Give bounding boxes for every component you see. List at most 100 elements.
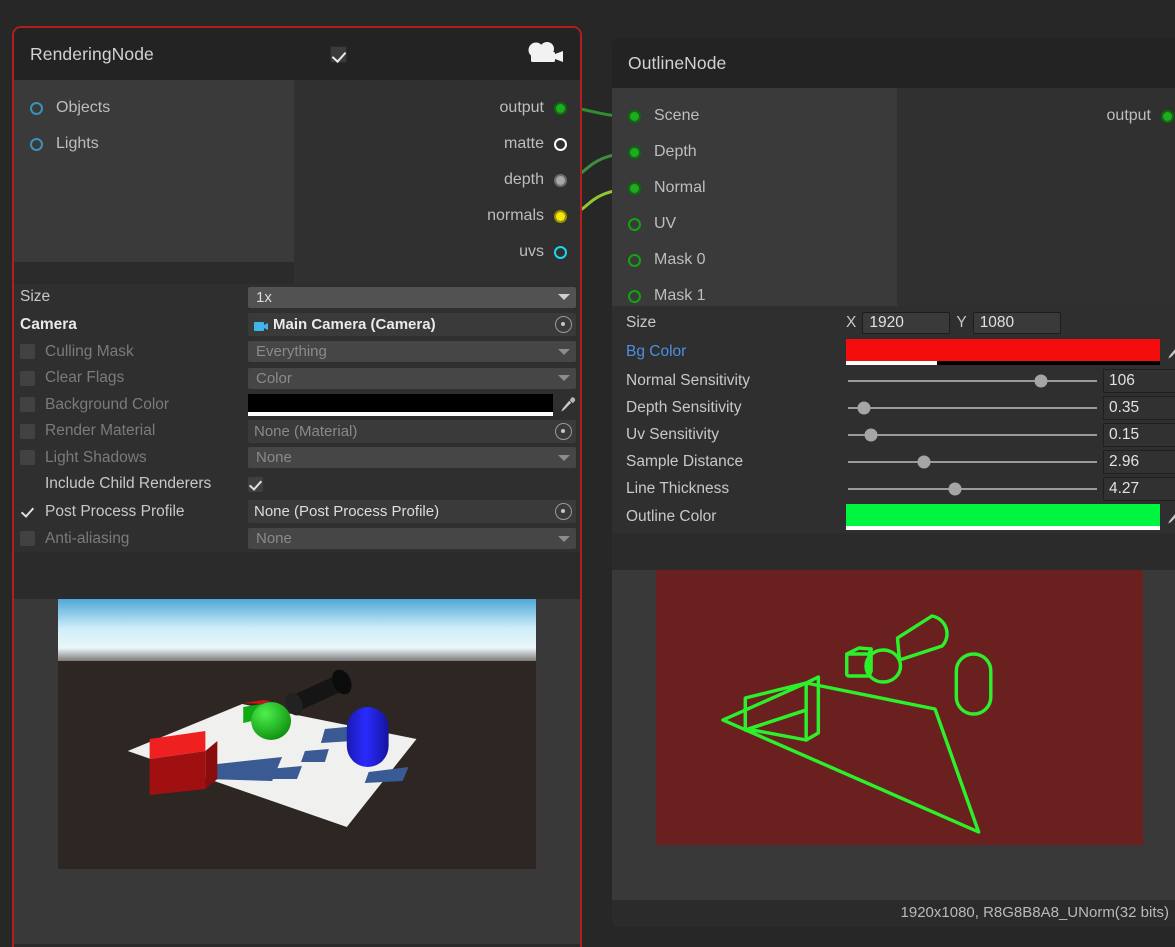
slider-knob[interactable] xyxy=(857,401,870,414)
culling-mask-checkbox[interactable] xyxy=(20,344,35,359)
port-dot-uvs[interactable] xyxy=(554,246,567,259)
depth-sensitivity-value[interactable]: 0.35 xyxy=(1103,396,1175,420)
prop-row-camera[interactable]: Camera Main Camera (Camera) xyxy=(14,311,580,339)
prop-row-culling-mask[interactable]: Culling Mask Everything xyxy=(14,339,580,366)
prop-row-clear-flags[interactable]: Clear Flags Color xyxy=(14,365,580,392)
port-dot-depth[interactable] xyxy=(554,174,567,187)
slider-knob[interactable] xyxy=(918,455,931,468)
port-row[interactable]: Mask 1 xyxy=(612,278,897,314)
port-row[interactable]: Scene xyxy=(612,98,897,134)
light-shadows-dropdown[interactable]: None xyxy=(248,447,576,468)
prop-row-anti-aliasing[interactable]: Anti-aliasing None xyxy=(14,526,580,553)
rendering-node-titlebar[interactable]: RenderingNode xyxy=(14,28,580,80)
port-row[interactable]: Depth xyxy=(612,134,897,170)
sample-distance-value[interactable]: 2.96 xyxy=(1103,450,1175,474)
prop-label-anti-aliasing: Anti-aliasing xyxy=(45,530,129,548)
uv-sensitivity-slider[interactable] xyxy=(846,424,1099,446)
object-picker-button[interactable] xyxy=(555,423,572,440)
camera-object-field[interactable]: Main Camera (Camera) xyxy=(248,313,576,336)
port-row[interactable]: output xyxy=(897,98,1175,134)
prop-row-sample-distance[interactable]: Sample Distance 2.96 xyxy=(612,448,1175,475)
object-picker-button[interactable] xyxy=(555,316,572,333)
rendering-node-preview[interactable] xyxy=(14,599,580,944)
port-dot-mask-0[interactable] xyxy=(628,254,641,267)
slider-track xyxy=(848,380,1097,382)
line-thickness-value[interactable]: 4.27 xyxy=(1103,477,1175,501)
slider-knob[interactable] xyxy=(865,428,878,441)
port-row[interactable]: output xyxy=(294,90,580,126)
port-row[interactable]: Objects xyxy=(14,90,294,126)
prop-row-size[interactable]: Size 1x xyxy=(14,284,580,311)
render-material-field[interactable]: None (Material) xyxy=(248,420,576,443)
slider-knob[interactable] xyxy=(1034,374,1047,387)
port-row[interactable]: Normal xyxy=(612,170,897,206)
background-color-checkbox[interactable] xyxy=(20,397,35,412)
anti-aliasing-checkbox[interactable] xyxy=(20,531,35,546)
culling-mask-dropdown[interactable]: Everything xyxy=(248,341,576,362)
prop-row-bg-color[interactable]: Bg Color xyxy=(612,337,1175,367)
clear-flags-checkbox[interactable] xyxy=(20,371,35,386)
port-label: Normal xyxy=(654,179,706,197)
outline-node-preview[interactable] xyxy=(612,570,1175,900)
node-graph-canvas[interactable]: RenderingNode Objects xyxy=(0,0,1175,947)
anti-aliasing-dropdown[interactable]: None xyxy=(248,528,576,549)
line-thickness-slider[interactable] xyxy=(846,478,1099,500)
sample-distance-slider[interactable] xyxy=(846,451,1099,473)
clear-flags-dropdown[interactable]: Color xyxy=(248,368,576,389)
depth-sensitivity-slider[interactable] xyxy=(846,397,1099,419)
prop-row-normal-sensitivity[interactable]: Normal Sensitivity 106 xyxy=(612,367,1175,394)
port-dot-mask-1[interactable] xyxy=(628,290,641,303)
light-shadows-checkbox[interactable] xyxy=(20,450,35,465)
prop-row-depth-sensitivity[interactable]: Depth Sensitivity 0.35 xyxy=(612,394,1175,421)
port-dot-matte[interactable] xyxy=(554,138,567,151)
node-enabled-checkbox[interactable] xyxy=(330,46,347,63)
post-process-profile-field[interactable]: None (Post Process Profile) xyxy=(248,500,576,523)
port-row[interactable]: depth xyxy=(294,162,580,198)
post-process-profile-checkbox[interactable] xyxy=(20,504,35,519)
port-row[interactable]: Mask 0 xyxy=(612,242,897,278)
normal-sensitivity-slider[interactable] xyxy=(846,370,1099,392)
port-dot-lights[interactable] xyxy=(30,138,43,151)
render-material-checkbox[interactable] xyxy=(20,424,35,439)
outline-color-swatch[interactable] xyxy=(846,504,1160,530)
port-dot-depth[interactable] xyxy=(628,146,641,159)
background-color-swatch[interactable] xyxy=(248,394,553,416)
prop-row-light-shadows[interactable]: Light Shadows None xyxy=(14,445,580,472)
prop-row-include-child-renderers[interactable]: Include Child Renderers xyxy=(14,471,580,498)
prop-row-outline-color[interactable]: Outline Color xyxy=(612,502,1175,531)
port-dot-output[interactable] xyxy=(554,102,567,115)
size-x-input[interactable]: 1920 xyxy=(862,312,950,334)
outline-node[interactable]: OutlineNode Scene Depth Normal UV xyxy=(612,38,1175,927)
port-dot-uv[interactable] xyxy=(628,218,641,231)
port-row[interactable]: matte xyxy=(294,126,580,162)
bg-color-swatch[interactable] xyxy=(846,339,1160,365)
port-dot-normal[interactable] xyxy=(628,182,641,195)
prop-row-line-thickness[interactable]: Line Thickness 4.27 xyxy=(612,475,1175,502)
port-row[interactable]: UV xyxy=(612,206,897,242)
prop-label-size: Size xyxy=(20,288,50,306)
port-dot-scene[interactable] xyxy=(628,110,641,123)
prop-row-post-process-profile[interactable]: Post Process Profile None (Post Process … xyxy=(14,498,580,526)
size-y-input[interactable]: 1080 xyxy=(973,312,1061,334)
include-child-renderers-checkbox[interactable] xyxy=(248,477,263,492)
port-dot-normals[interactable] xyxy=(554,210,567,223)
port-row[interactable]: Lights xyxy=(14,126,294,162)
port-dot-output[interactable] xyxy=(1161,110,1174,123)
port-dot-objects[interactable] xyxy=(30,102,43,115)
port-row[interactable]: normals xyxy=(294,198,580,234)
outline-node-titlebar[interactable]: OutlineNode xyxy=(612,38,1175,88)
prop-row-uv-sensitivity[interactable]: Uv Sensitivity 0.15 xyxy=(612,421,1175,448)
slider-knob[interactable] xyxy=(948,482,961,495)
object-picker-button[interactable] xyxy=(555,503,572,520)
size-dropdown[interactable]: 1x xyxy=(248,287,576,308)
prop-row-background-color[interactable]: Background Color xyxy=(14,392,580,419)
eyedropper-icon[interactable] xyxy=(1166,508,1175,526)
normal-sensitivity-value[interactable]: 106 xyxy=(1103,369,1175,393)
uv-sensitivity-value[interactable]: 0.15 xyxy=(1103,423,1175,447)
eyedropper-icon[interactable] xyxy=(559,396,576,414)
prop-row-render-material[interactable]: Render Material None (Material) xyxy=(14,418,580,445)
eyedropper-icon[interactable] xyxy=(1166,343,1175,361)
chevron-down-icon xyxy=(558,536,570,542)
port-row[interactable]: uvs xyxy=(294,234,580,270)
rendering-node[interactable]: RenderingNode Objects xyxy=(14,28,580,947)
